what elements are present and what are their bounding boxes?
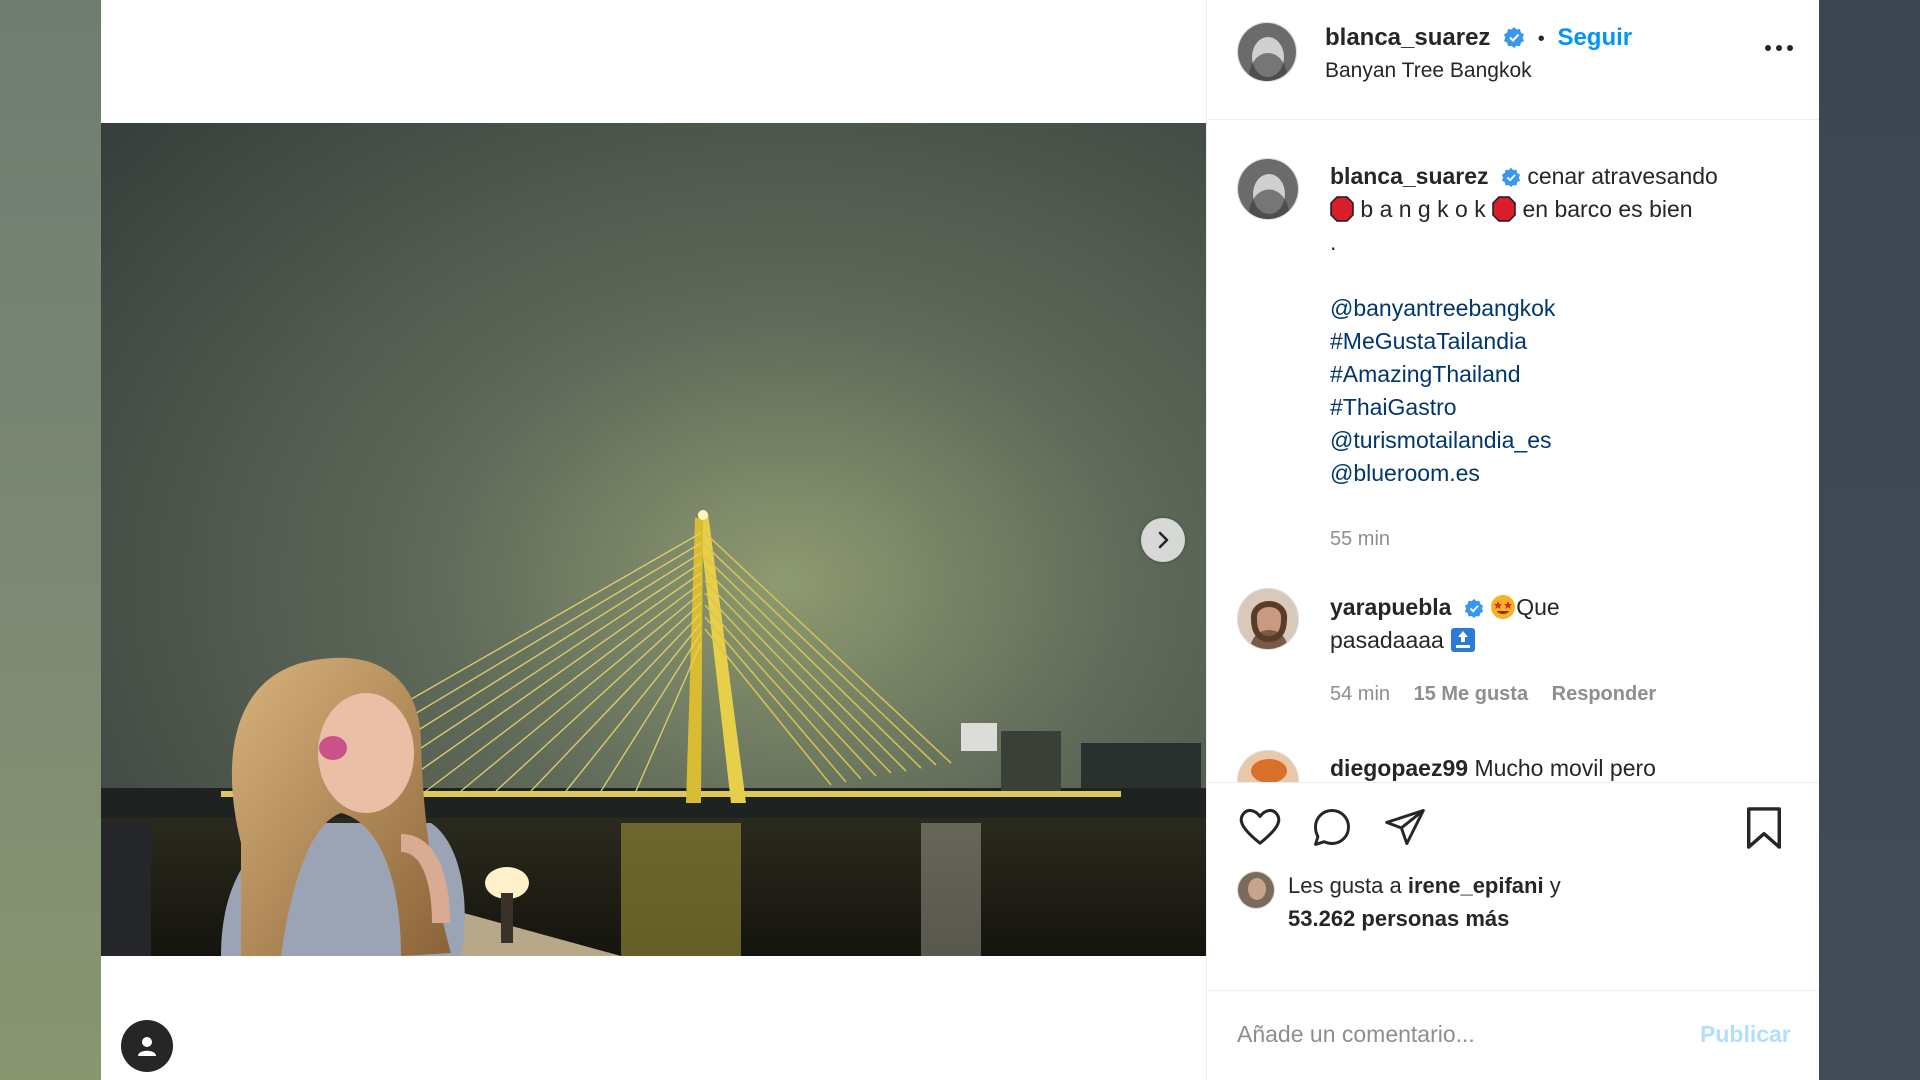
comment-button[interactable] (1310, 805, 1354, 854)
star-eyes-emoji (1491, 595, 1516, 619)
backdrop-left[interactable] (0, 0, 101, 1080)
follow-button[interactable]: Seguir (1557, 24, 1632, 51)
verified-badge-icon (1504, 27, 1525, 48)
next-photo-button[interactable] (1141, 518, 1185, 562)
octagon-emoji (1330, 196, 1354, 222)
more-options-button[interactable] (1764, 40, 1794, 58)
likes-count[interactable]: 53.262 personas más (1288, 906, 1509, 931)
hashtag-amazingthailand[interactable]: #AmazingThailand (1330, 358, 1770, 391)
save-button[interactable] (1743, 805, 1785, 856)
post-header: blanca_suarez • Seguir Banyan Tree Bangk… (1207, 0, 1819, 120)
verified-badge-icon (1501, 167, 1521, 187)
caption-time[interactable]: 55 min (1330, 523, 1770, 556)
media-area (101, 0, 1206, 1080)
mention-turismotailandia[interactable]: @turismotailandia_es (1330, 424, 1770, 457)
verified-badge-icon (1464, 598, 1483, 618)
caption-line3: . (1330, 229, 1337, 255)
caption-line2-tail: en barco es bien (1522, 196, 1693, 222)
author-avatar[interactable] (1237, 22, 1297, 82)
octagon-emoji (1492, 196, 1516, 222)
separator-dot: • (1537, 28, 1545, 50)
comment-reply-button[interactable]: Responder (1552, 683, 1656, 705)
share-icon (1385, 809, 1425, 845)
add-comment-bar: Añade un comentario... Publicar (1207, 990, 1819, 1080)
caption-line2-text: b a n g k o k (1360, 196, 1486, 222)
comment-likes[interactable]: 15 Me gusta (1414, 683, 1528, 705)
comment-username[interactable]: diegopaez99 (1330, 755, 1468, 781)
hashtag-thaigastro[interactable]: #ThaiGastro (1330, 391, 1770, 424)
caption-username[interactable]: blanca_suarez (1330, 163, 1489, 189)
tagged-users-button[interactable] (121, 1020, 173, 1072)
likes-summary: Les gusta a irene_epifani y 53.262 perso… (1288, 869, 1561, 935)
mention-banyantreebangkok[interactable]: @banyantreebangkok (1330, 292, 1770, 325)
likes-prefix: Les gusta a (1288, 873, 1402, 898)
more-options-icon (1765, 45, 1793, 51)
post-actions: Les gusta a irene_epifani y 53.262 perso… (1207, 782, 1819, 990)
comment-input[interactable]: Añade un comentario... (1237, 1021, 1475, 1048)
top-arrow-emoji (1451, 628, 1476, 652)
post-caption: blanca_suarez cenar atravesando b a n g … (1330, 160, 1770, 556)
commenter-avatar[interactable] (1237, 588, 1299, 650)
comment-time[interactable]: 54 min (1330, 683, 1390, 705)
comment-icon (1314, 809, 1350, 846)
bookmark-icon (1747, 807, 1781, 849)
like-button[interactable] (1237, 805, 1283, 852)
liker-avatar[interactable] (1237, 871, 1275, 909)
post-photo (101, 123, 1206, 956)
author-username[interactable]: blanca_suarez (1325, 24, 1490, 51)
header-username-row: blanca_suarez • Seguir (1325, 24, 1632, 52)
heart-icon (1239, 808, 1281, 845)
comment-item: yarapuebla Que pasadaaaa (1330, 591, 1750, 657)
post-modal: blanca_suarez • Seguir Banyan Tree Bangk… (101, 0, 1819, 1080)
chevron-right-icon (1158, 531, 1169, 549)
caption-line1: cenar atravesando (1527, 163, 1718, 189)
caption-avatar[interactable] (1237, 158, 1299, 220)
liker-username[interactable]: irene_epifani (1408, 873, 1544, 898)
likes-conj: y (1549, 873, 1561, 898)
mention-blueroom[interactable]: @blueroom.es (1330, 457, 1770, 490)
comment-text-part2: pasadaaaa (1330, 627, 1444, 653)
comments-list[interactable]: blanca_suarez cenar atravesando b a n g … (1207, 120, 1819, 782)
publish-button[interactable]: Publicar (1700, 1021, 1791, 1048)
comment-username[interactable]: yarapuebla (1330, 594, 1451, 620)
post-side-panel: blanca_suarez • Seguir Banyan Tree Bangk… (1206, 0, 1819, 1080)
comment-meta: 54 min 15 Me gusta Responder (1330, 683, 1674, 706)
comment-text: Mucho movil pero (1474, 755, 1656, 781)
post-location[interactable]: Banyan Tree Bangkok (1325, 59, 1532, 83)
share-button[interactable] (1383, 805, 1427, 854)
user-tag-icon (138, 1037, 156, 1056)
comment-item: diegopaez99 Mucho movil pero (1330, 752, 1656, 782)
commenter-avatar[interactable] (1237, 750, 1299, 782)
comment-text-part1: Que (1516, 594, 1560, 620)
hashtag-megustatailandia[interactable]: #MeGustaTailandia (1330, 325, 1770, 358)
backdrop-right[interactable] (1819, 0, 1920, 1080)
